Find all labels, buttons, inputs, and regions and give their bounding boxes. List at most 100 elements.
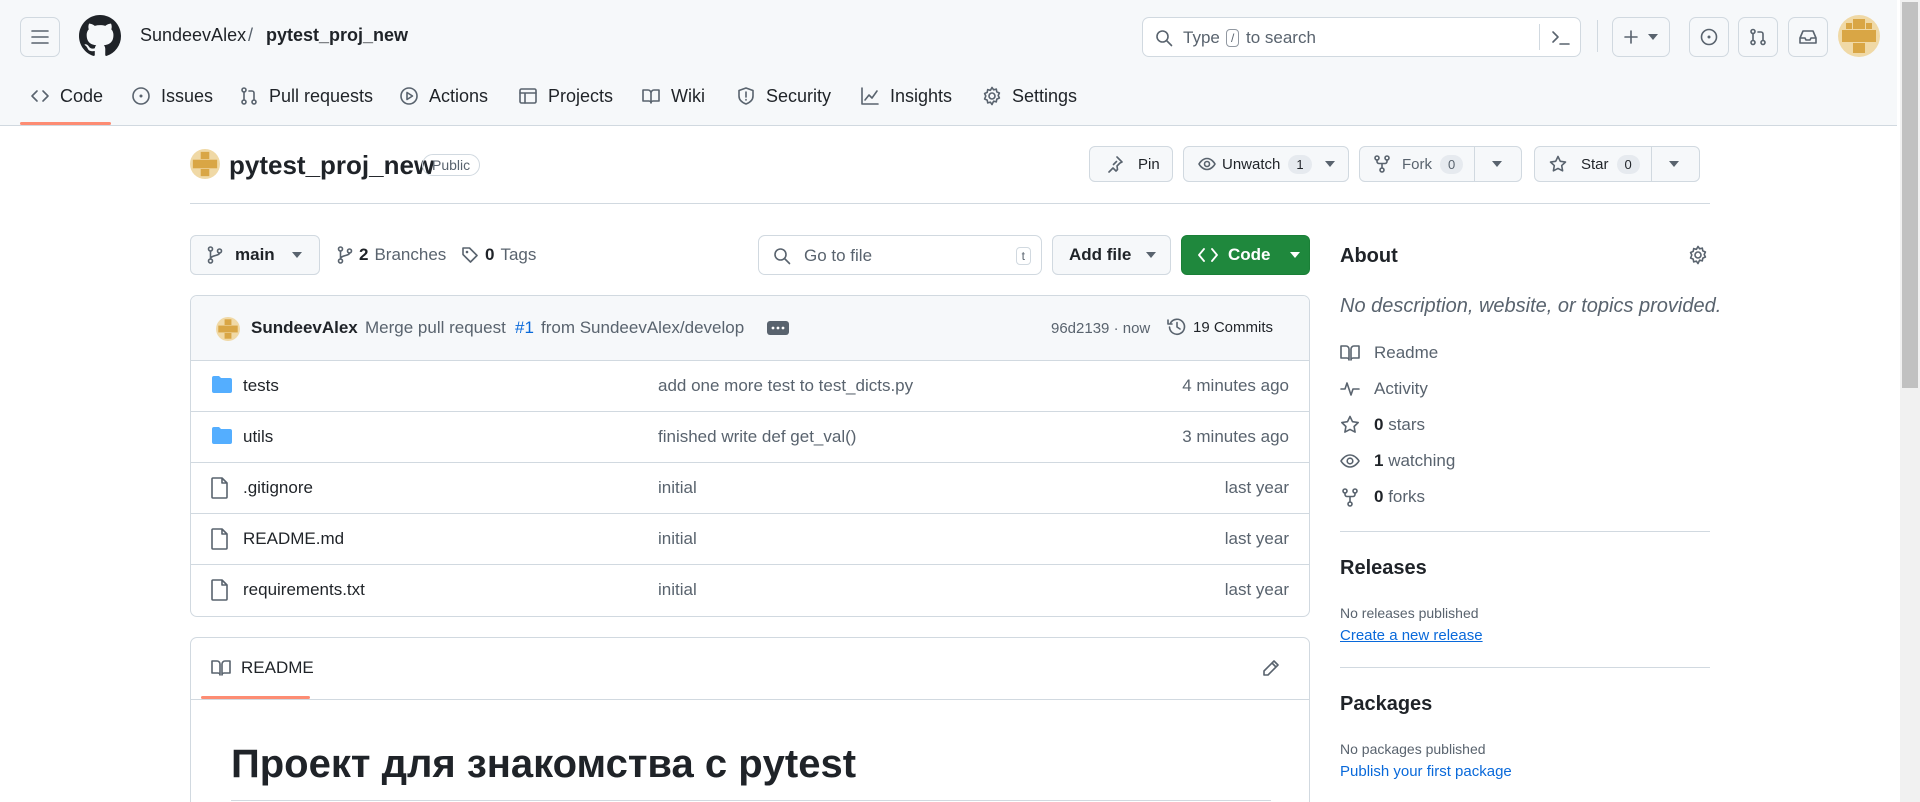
commits-link[interactable]: 19 Commits bbox=[1167, 317, 1273, 337]
file-time: last year bbox=[1224, 580, 1289, 599]
search-input[interactable]: Type / to search bbox=[1142, 17, 1581, 57]
file-commit-message[interactable]: initial bbox=[658, 529, 697, 549]
search-icon bbox=[774, 248, 791, 265]
commit-author[interactable]: SundeevAlex bbox=[251, 318, 358, 338]
file-commit-message[interactable]: finished write def get_val() bbox=[658, 427, 856, 447]
pull-requests-button[interactable] bbox=[1738, 17, 1778, 57]
file-name[interactable]: requirements.txt bbox=[243, 580, 365, 600]
tab-settings[interactable]: Settings bbox=[982, 84, 1077, 108]
file-name[interactable]: .gitignore bbox=[243, 478, 313, 498]
packages-none: No packages published bbox=[1340, 741, 1486, 757]
add-file-button[interactable]: Add file bbox=[1052, 235, 1171, 275]
about-settings-button[interactable] bbox=[1688, 245, 1708, 265]
tab-security-label: Security bbox=[766, 85, 832, 106]
forks-link[interactable]: 0 forks bbox=[1340, 487, 1425, 507]
repo-title[interactable]: pytest_proj_new bbox=[229, 150, 434, 181]
file-name[interactable]: README.md bbox=[243, 529, 344, 549]
tab-actions[interactable]: Actions bbox=[399, 84, 488, 108]
activity-link[interactable]: Activity bbox=[1340, 379, 1428, 399]
commit-message-prefix[interactable]: Merge pull request bbox=[365, 318, 506, 338]
forks-label: forks bbox=[1388, 487, 1426, 506]
create-new-button[interactable] bbox=[1612, 17, 1670, 57]
history-icon bbox=[1167, 318, 1186, 336]
readme-link-label: Readme bbox=[1374, 343, 1439, 362]
edit-readme-button[interactable] bbox=[1261, 658, 1281, 678]
triangle-down-icon bbox=[1648, 34, 1658, 40]
publish-package-link[interactable]: Publish your first package bbox=[1340, 763, 1512, 780]
commit-hash-time[interactable]: 96d2139 · now bbox=[1051, 320, 1150, 337]
star-button[interactable]: Star 0 bbox=[1534, 146, 1700, 182]
file-row-utils[interactable]: utils finished write def get_val() 3 min… bbox=[191, 412, 1309, 463]
file-time: 4 minutes ago bbox=[1182, 376, 1289, 395]
breadcrumb-repo[interactable]: pytest_proj_new bbox=[266, 25, 408, 46]
readme-tab-label: README bbox=[241, 658, 314, 677]
file-row-gitignore[interactable]: .gitignore initial last year bbox=[191, 463, 1309, 514]
packages-title[interactable]: Packages bbox=[1340, 693, 1432, 716]
user-avatar[interactable] bbox=[1838, 15, 1880, 57]
triangle-down-icon bbox=[1289, 252, 1300, 258]
fork-button[interactable]: Fork 0 bbox=[1359, 146, 1522, 182]
file-table: SundeevAlex Merge pull request #1 from S… bbox=[190, 295, 1310, 617]
breadcrumb-separator: / bbox=[248, 25, 254, 45]
commit-expand-button[interactable] bbox=[767, 321, 789, 335]
go-to-file-input[interactable]: Go to file t bbox=[758, 235, 1042, 275]
commit-message-suffix[interactable]: from SundeevAlex/develop bbox=[541, 318, 744, 338]
file-commit-message[interactable]: initial bbox=[658, 478, 697, 498]
commit-author-avatar[interactable] bbox=[216, 317, 240, 341]
triangle-down-icon[interactable] bbox=[1668, 160, 1680, 168]
file-commit-message[interactable]: add one more test to test_dicts.py bbox=[658, 376, 913, 396]
releases-title[interactable]: Releases bbox=[1340, 557, 1427, 580]
watching-link[interactable]: 1 watching bbox=[1340, 451, 1455, 471]
tab-wiki-label: Wiki bbox=[671, 85, 705, 106]
tab-issues-label: Issues bbox=[161, 85, 214, 106]
commit-pr-link[interactable]: #1 bbox=[515, 318, 534, 338]
search-divider bbox=[1539, 24, 1540, 50]
stars-link[interactable]: 0 stars bbox=[1340, 415, 1425, 435]
inbox-button[interactable] bbox=[1788, 17, 1828, 57]
create-release-link[interactable]: Create a new release bbox=[1340, 627, 1483, 644]
pin-button[interactable]: Pin bbox=[1089, 146, 1173, 182]
tab-wiki[interactable]: Wiki bbox=[641, 84, 705, 108]
file-name[interactable]: utils bbox=[243, 427, 273, 447]
fork-label: Fork bbox=[1402, 155, 1432, 173]
file-name[interactable]: tests bbox=[243, 376, 279, 396]
triangle-down-icon[interactable] bbox=[1491, 160, 1503, 168]
file-row-tests[interactable]: tests add one more test to test_dicts.py… bbox=[191, 361, 1309, 412]
watching-label: watching bbox=[1388, 451, 1456, 470]
watch-count: 1 bbox=[1288, 154, 1312, 174]
readme-divider bbox=[191, 699, 1309, 700]
tab-issues[interactable]: Issues bbox=[131, 84, 213, 108]
code-button-label: Code bbox=[1228, 245, 1271, 264]
scrollbar-track[interactable] bbox=[1900, 0, 1920, 802]
file-row-readme[interactable]: README.md initial last year bbox=[191, 514, 1309, 565]
menu-button[interactable] bbox=[20, 17, 60, 57]
sidebar-divider bbox=[1340, 531, 1710, 532]
header-divider bbox=[1597, 20, 1598, 52]
branch-selector[interactable]: main bbox=[190, 235, 320, 275]
branches-link[interactable]: 2 Branches bbox=[337, 245, 446, 265]
forks-count: 0 bbox=[1374, 487, 1384, 506]
github-logo[interactable] bbox=[79, 15, 121, 57]
issues-button[interactable] bbox=[1689, 17, 1729, 57]
tags-link[interactable]: 0 Tags bbox=[461, 245, 536, 265]
scrollbar-thumb[interactable] bbox=[1902, 2, 1918, 388]
breadcrumb-owner[interactable]: SundeevAlex bbox=[140, 25, 246, 46]
tab-actions-label: Actions bbox=[429, 85, 489, 106]
about-description: No description, website, or topics provi… bbox=[1340, 295, 1722, 317]
tab-insights[interactable]: Insights bbox=[860, 84, 952, 108]
repo-forked-icon bbox=[1342, 488, 1358, 507]
command-palette-icon[interactable] bbox=[1551, 29, 1571, 47]
readme-link[interactable]: Readme bbox=[1340, 343, 1438, 363]
active-tab-underline bbox=[20, 122, 111, 125]
readme-panel: README Проект для знакомства с pytest bbox=[190, 637, 1310, 802]
code-dropdown-button[interactable]: Code bbox=[1181, 235, 1310, 275]
tab-security[interactable]: Security bbox=[736, 84, 831, 108]
readme-tab[interactable]: README bbox=[211, 658, 314, 678]
tab-code[interactable]: Code bbox=[30, 84, 103, 108]
file-commit-message[interactable]: initial bbox=[658, 580, 697, 600]
tab-projects[interactable]: Projects bbox=[518, 84, 613, 108]
branch-name: main bbox=[235, 245, 275, 264]
file-row-requirements[interactable]: requirements.txt initial last year bbox=[191, 565, 1309, 616]
tab-pull-requests[interactable]: Pull requests bbox=[239, 84, 373, 108]
unwatch-button[interactable]: Unwatch 1 bbox=[1183, 146, 1349, 182]
